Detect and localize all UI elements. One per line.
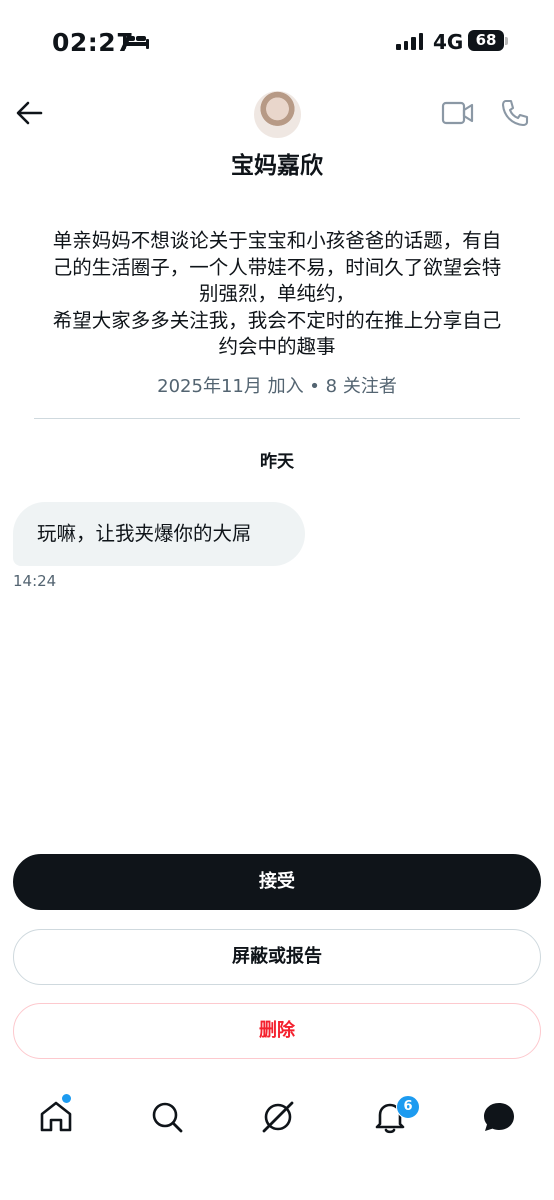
messages-icon[interactable] bbox=[479, 1097, 519, 1137]
phone-call-icon[interactable] bbox=[500, 98, 530, 132]
grok-icon[interactable] bbox=[258, 1097, 298, 1137]
search-icon[interactable] bbox=[147, 1097, 187, 1137]
profile-bio: 单亲妈妈不想谈论关于宝宝和小孩爸爸的话题，有自 己的生活圈子，一个人带娃不易，时… bbox=[52, 229, 502, 358]
profile-meta: 2025年11月 加入 • 8 关注者 bbox=[157, 376, 397, 397]
home-notification-dot bbox=[62, 1094, 71, 1103]
sleep-mode-icon bbox=[122, 29, 150, 55]
back-arrow-icon[interactable] bbox=[12, 96, 46, 130]
home-icon[interactable] bbox=[36, 1097, 76, 1137]
signal-strength-icon bbox=[396, 32, 423, 50]
divider bbox=[34, 418, 520, 419]
battery-tip bbox=[505, 37, 508, 45]
profile-name[interactable]: 宝妈嘉欣 bbox=[0, 146, 554, 180]
video-call-icon[interactable] bbox=[441, 99, 475, 131]
message-timestamp: 14:24 bbox=[13, 572, 57, 590]
accept-button[interactable]: 接受 bbox=[13, 854, 541, 910]
delete-button[interactable]: 删除 bbox=[13, 1003, 541, 1059]
avatar[interactable] bbox=[254, 91, 301, 138]
notifications-badge: 6 bbox=[396, 1095, 420, 1119]
battery-icon: 68 bbox=[468, 30, 504, 51]
message-bubble[interactable]: 玩嘛，让我夹爆你的大屌 bbox=[13, 502, 305, 566]
date-separator: 昨天 bbox=[260, 452, 294, 472]
network-type: 4G bbox=[433, 30, 464, 54]
block-or-report-button[interactable]: 屏蔽或报告 bbox=[13, 929, 541, 985]
